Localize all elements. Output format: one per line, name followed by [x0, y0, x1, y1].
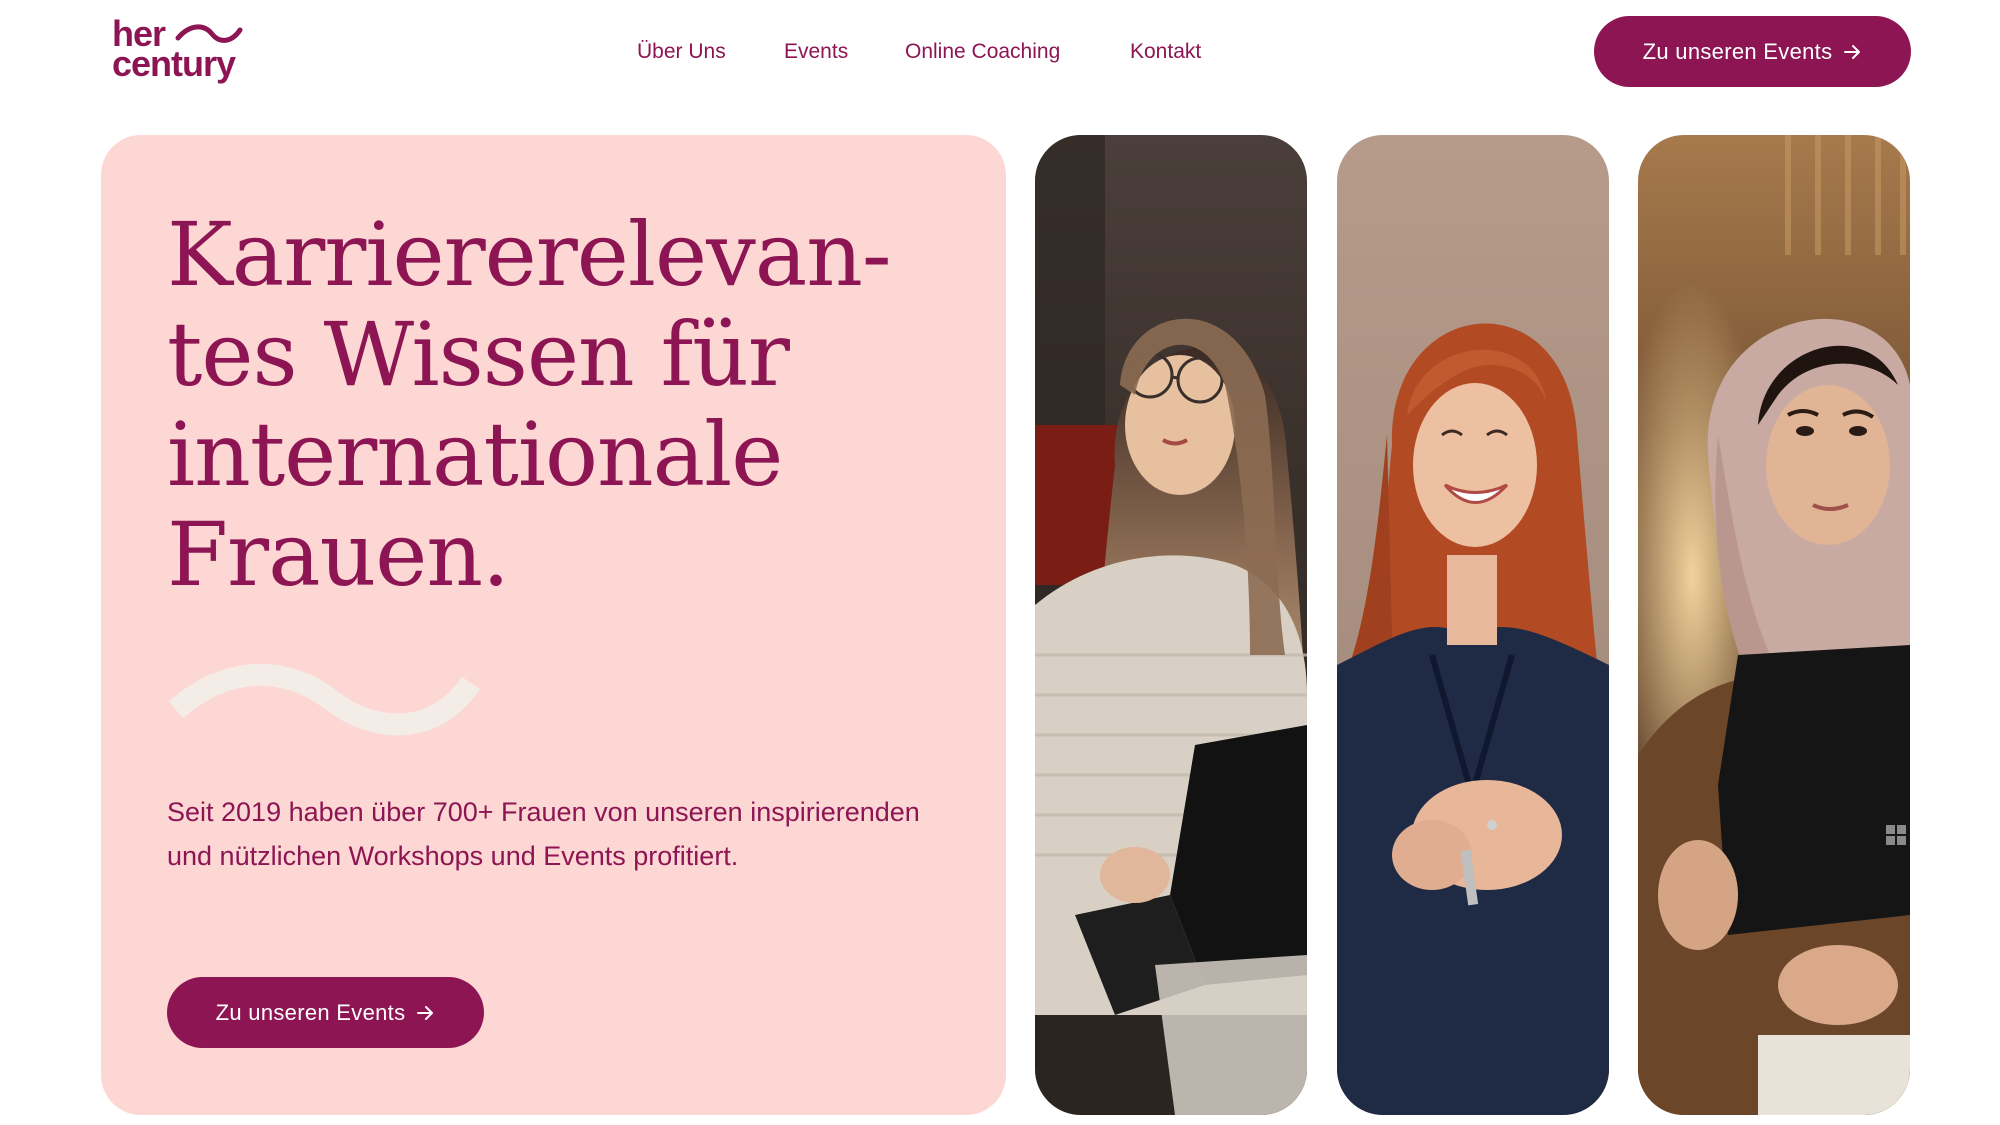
nav-item-online-coaching[interactable]: Online Coaching	[905, 38, 1060, 66]
header-events-button-label: Zu unseren Events	[1642, 38, 1833, 64]
logo-text-century: century	[112, 43, 236, 84]
hero-headline-line: Karriererelevan-	[167, 203, 892, 306]
smiling-red-haired-woman-photo	[1337, 135, 1609, 1115]
wave-icon	[168, 664, 481, 736]
nav-item-events[interactable]: Events	[784, 38, 848, 66]
hero-subtext: Seit 2019 haben über 700+ Frauen von uns…	[167, 797, 920, 871]
woman-with-hijab-laptop-photo	[1638, 135, 1910, 1115]
hero-headline-line: internationale	[167, 403, 783, 506]
arrow-right-icon	[417, 1005, 434, 1020]
arrow-right-icon	[1844, 44, 1861, 59]
hero-card: Karriererelevan- tes Wissen für internat…	[101, 135, 1006, 1115]
nav-item-ueber-uns[interactable]: Über Uns	[637, 38, 726, 66]
hero-headline-line: Frauen.	[167, 503, 510, 606]
logo[interactable]: her century	[110, 16, 260, 86]
hero-headline-line: tes Wissen für	[167, 303, 790, 406]
hero-events-button-label: Zu unseren Events	[215, 999, 406, 1025]
hero-headline: Karriererelevan- tes Wissen für internat…	[167, 205, 967, 605]
header-events-button[interactable]: Zu unseren Events	[1594, 16, 1911, 87]
woman-with-glasses-laptop-photo	[1035, 135, 1307, 1115]
hero-events-button[interactable]: Zu unseren Events	[167, 977, 484, 1048]
nav-item-kontakt[interactable]: Kontakt	[1130, 38, 1201, 66]
